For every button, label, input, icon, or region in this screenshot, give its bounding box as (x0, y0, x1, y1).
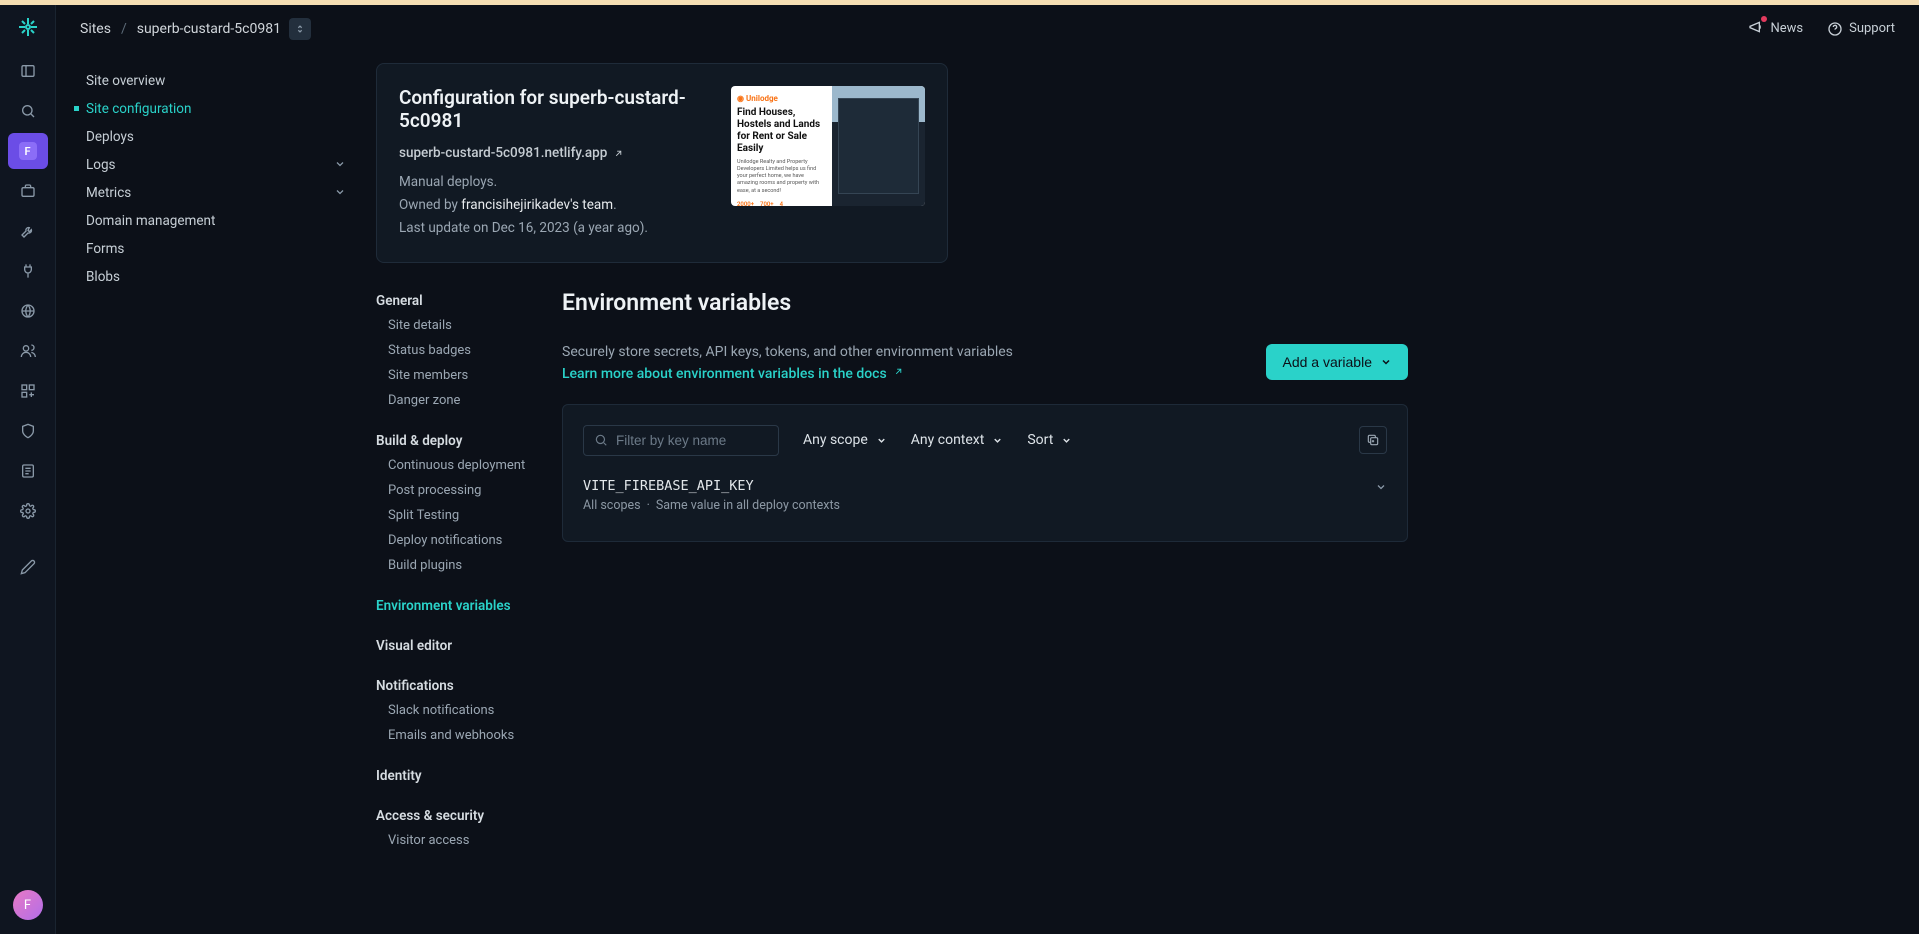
site-nav-item[interactable]: Blobs (86, 263, 346, 291)
icon-rail: F F (0, 5, 56, 934)
settings-sub-item[interactable]: Slack notifications (376, 698, 542, 723)
settings-sub-item[interactable]: Visitor access (376, 828, 542, 853)
settings-group-title[interactable]: Access & security (376, 804, 542, 828)
copy-env-button[interactable] (1359, 426, 1387, 454)
topbar: Sites / superb-custard-5c0981 News Suppo… (56, 5, 1919, 53)
page-title: Environment variables (562, 289, 1408, 316)
chevron-down-icon (334, 158, 346, 173)
settings-sub-item[interactable]: Split Testing (376, 503, 542, 528)
site-switcher-button[interactable] (289, 18, 311, 40)
deploy-method: Manual deploys. (399, 171, 701, 194)
filter-input-wrap (583, 425, 779, 456)
settings-group-title[interactable]: Visual editor (376, 634, 542, 658)
rail-shield-icon[interactable] (8, 413, 48, 449)
breadcrumb-site[interactable]: superb-custard-5c0981 (137, 21, 281, 37)
netlify-logo-icon[interactable] (16, 15, 40, 39)
support-button[interactable]: Support (1827, 21, 1895, 37)
site-nav-item[interactable]: Deploys (86, 123, 346, 151)
user-avatar[interactable]: F (13, 890, 43, 920)
settings-sub-item[interactable]: Deploy notifications (376, 528, 542, 553)
site-nav-item[interactable]: Site overview (86, 67, 346, 95)
site-thumbnail[interactable]: ◉ Unilodge Find Houses, Hostels and Land… (731, 86, 925, 206)
add-variable-button[interactable]: Add a variable (1266, 344, 1408, 380)
settings-sub-item[interactable]: Emails and webhooks (376, 723, 542, 748)
rail-tool-icon[interactable] (8, 213, 48, 249)
settings-sub-item[interactable]: Site members (376, 363, 542, 388)
chevron-down-icon (334, 186, 346, 201)
rail-pencil-icon[interactable] (8, 549, 48, 585)
sort-button[interactable]: Sort (1027, 432, 1072, 448)
settings-group-title[interactable]: Identity (376, 764, 542, 788)
settings-nav: GeneralSite detailsStatus badgesSite mem… (376, 289, 542, 853)
settings-sub-item[interactable]: Build plugins (376, 553, 542, 578)
site-nav-item[interactable]: Forms (86, 235, 346, 263)
settings-sub-item[interactable]: Site details (376, 313, 542, 338)
learn-more-link[interactable]: Learn more about environment variables i… (562, 366, 904, 382)
env-var-row[interactable]: VITE_FIREBASE_API_KEY All scopes·Same va… (583, 470, 1387, 521)
settings-group-title[interactable]: Environment variables (376, 594, 542, 618)
filter-input[interactable] (616, 433, 768, 448)
breadcrumb-separator: / (121, 21, 127, 37)
site-nav-item[interactable]: Logs (86, 151, 346, 179)
news-button[interactable]: News (1748, 19, 1803, 39)
rail-search-icon[interactable] (8, 93, 48, 129)
settings-group-title[interactable]: Build & deploy (376, 429, 542, 453)
rail-integrations-icon[interactable] (8, 373, 48, 409)
rail-members-icon[interactable] (8, 333, 48, 369)
settings-group-title[interactable]: Notifications (376, 674, 542, 698)
rail-billing-icon[interactable] (8, 453, 48, 489)
owned-by: Owned by francisihejirikadev's team. (399, 194, 701, 217)
rail-plug-icon[interactable] (8, 253, 48, 289)
card-title: Configuration for superb-custard-5c0981 (399, 86, 701, 132)
breadcrumb-root[interactable]: Sites (80, 21, 111, 37)
env-var-meta: All scopes·Same value in all deploy cont… (583, 498, 840, 513)
site-nav: Site overviewSite configurationDeploysLo… (56, 53, 376, 934)
last-update: Last update on Dec 16, 2023 (a year ago)… (399, 217, 701, 240)
chevron-down-icon (1375, 478, 1387, 497)
site-config-card: Configuration for superb-custard-5c0981 … (376, 63, 948, 263)
rail-globe-icon[interactable] (8, 293, 48, 329)
settings-sub-item[interactable]: Post processing (376, 478, 542, 503)
settings-sub-item[interactable]: Continuous deployment (376, 453, 542, 478)
env-var-key: VITE_FIREBASE_API_KEY (583, 478, 840, 494)
site-nav-item[interactable]: Metrics (86, 179, 346, 207)
search-icon (594, 433, 608, 447)
rail-panel-icon[interactable] (8, 53, 48, 89)
site-nav-item[interactable]: Domain management (86, 207, 346, 235)
rail-gear-icon[interactable] (8, 493, 48, 529)
site-url-link[interactable]: superb-custard-5c0981.netlify.app (399, 145, 624, 161)
context-filter-button[interactable]: Any context (911, 432, 1004, 448)
settings-sub-item[interactable]: Danger zone (376, 388, 542, 413)
rail-briefcase-icon[interactable] (8, 173, 48, 209)
scope-filter-button[interactable]: Any scope (803, 432, 887, 448)
env-description: Securely store secrets, API keys, tokens… (562, 344, 1013, 360)
rail-team-icon[interactable]: F (8, 133, 48, 169)
settings-group-title[interactable]: General (376, 289, 542, 313)
site-nav-item[interactable]: Site configuration (86, 95, 346, 123)
env-variables-panel: Any scope Any context Sort (562, 404, 1408, 542)
settings-sub-item[interactable]: Status badges (376, 338, 542, 363)
